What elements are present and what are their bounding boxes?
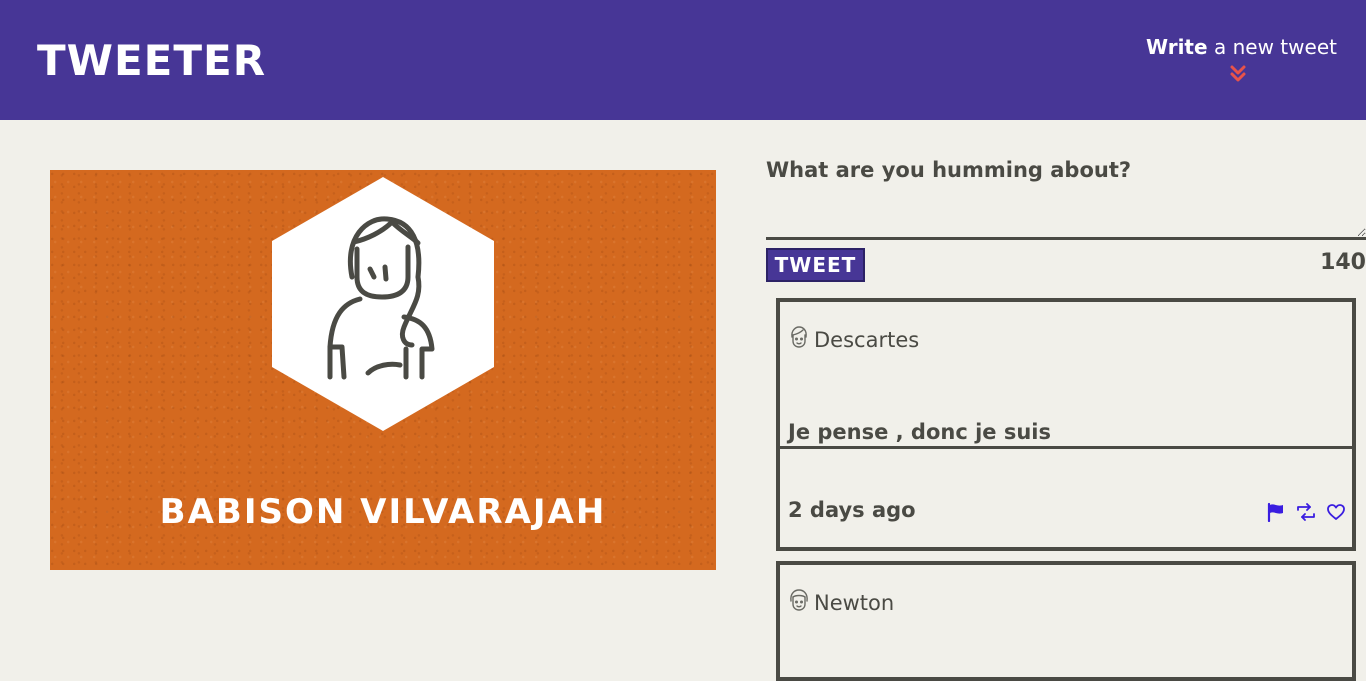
tweet-divider <box>780 446 1352 449</box>
retweet-icon[interactable] <box>1296 502 1316 522</box>
character-counter: 140 <box>1320 250 1366 275</box>
write-new-tweet-toggle[interactable]: Write a new tweet <box>1146 34 1337 86</box>
double-chevron-down-icon[interactable] <box>1228 64 1248 84</box>
tweet-input[interactable] <box>766 150 1366 240</box>
tweet-card: Descartes Je pense , donc je suis 2 days… <box>776 298 1356 551</box>
brand-logo[interactable]: Tweeter <box>37 36 266 86</box>
compose-toggle-text: a new tweet <box>1214 35 1337 59</box>
tweet-username: Newton <box>814 591 895 615</box>
tweet-content: Je pense , donc je suis <box>788 420 1052 444</box>
top-nav: Tweeter Write a new tweet <box>0 0 1366 120</box>
profile-card: Babison Vilvarajah <box>50 170 716 570</box>
profile-name: Babison Vilvarajah <box>159 492 607 532</box>
woman-avatar-icon <box>272 177 494 431</box>
man-avatar-icon <box>790 589 808 611</box>
tweet-actions <box>1261 502 1346 523</box>
tweet-timestamp: 2 days ago <box>788 498 916 522</box>
man-avatar-icon <box>791 326 807 348</box>
tweet-card: Newton <box>776 561 1356 681</box>
heart-icon[interactable] <box>1326 502 1346 522</box>
flag-icon[interactable] <box>1266 502 1286 523</box>
compose-toggle-strong: Write <box>1146 35 1208 59</box>
new-tweet-composer: Tweet 140 <box>766 150 1366 290</box>
tweet-username: Descartes <box>814 328 920 352</box>
tweet-button[interactable]: Tweet <box>766 248 865 282</box>
